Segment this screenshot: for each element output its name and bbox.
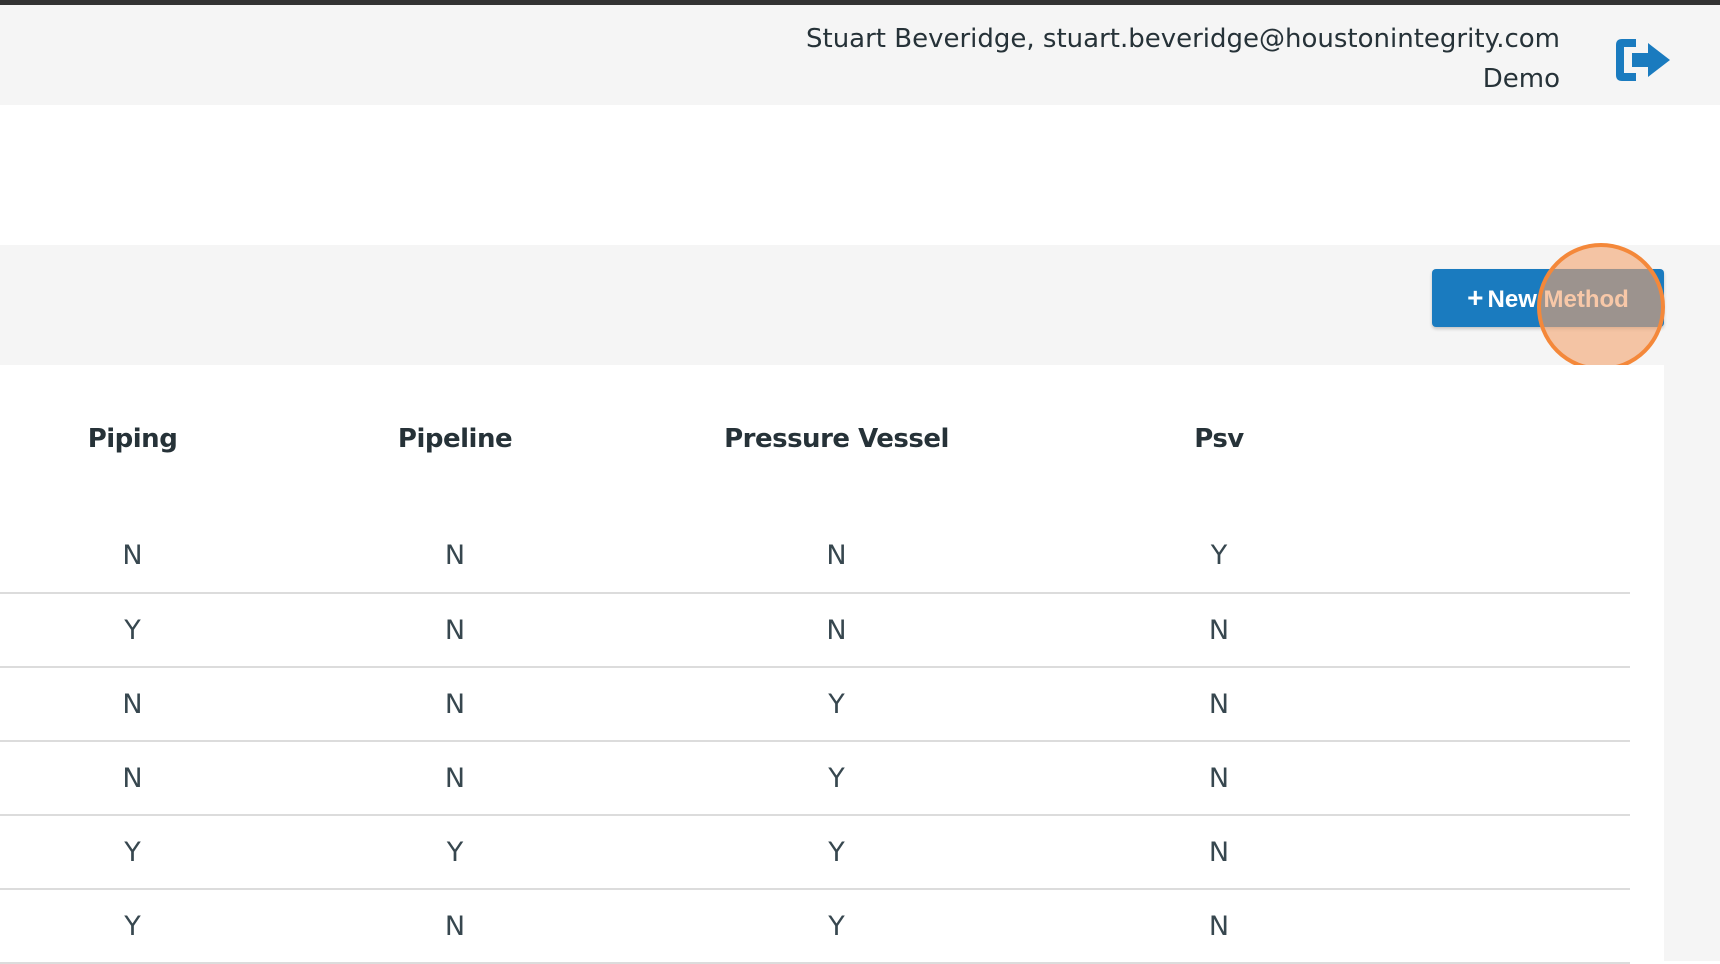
cell-pressure-vessel: N xyxy=(645,519,1028,594)
user-name-email: Stuart Beveridge, stuart.beveridge@houst… xyxy=(806,24,1560,54)
cell-piping: N xyxy=(0,519,265,594)
right-gutter xyxy=(1664,365,1720,961)
app-header: Stuart Beveridge, stuart.beveridge@houst… xyxy=(0,5,1720,105)
table-row[interactable]: N N Y N xyxy=(0,741,1630,816)
cell-psv: Y xyxy=(1028,519,1410,594)
cell-psv: N xyxy=(1028,815,1410,890)
cell-pressure-vessel: Y xyxy=(645,667,1028,742)
methods-table: Piping Pipeline Pressure Vessel Psv N N … xyxy=(0,365,1630,964)
cell-pressure-vessel: N xyxy=(645,593,1028,668)
column-header-pipeline[interactable]: Pipeline xyxy=(265,365,645,519)
cell-piping: Y xyxy=(0,593,265,668)
cell-spacer xyxy=(1410,741,1630,816)
column-header-piping[interactable]: Piping xyxy=(0,365,265,519)
cell-psv: N xyxy=(1028,667,1410,742)
new-method-button[interactable]: + New Method xyxy=(1432,269,1664,327)
cell-spacer xyxy=(1410,593,1630,668)
cell-pipeline: N xyxy=(265,519,645,594)
cell-pressure-vessel: Y xyxy=(645,741,1028,816)
table-row[interactable]: Y N N N xyxy=(0,593,1630,668)
cell-piping: N xyxy=(0,667,265,742)
cell-piping: Y xyxy=(0,815,265,890)
new-method-label: New Method xyxy=(1487,286,1629,313)
cell-pipeline: N xyxy=(265,889,645,964)
cell-spacer xyxy=(1410,815,1630,890)
cell-spacer xyxy=(1410,667,1630,742)
methods-table-container: Piping Pipeline Pressure Vessel Psv N N … xyxy=(0,365,1664,964)
table-row[interactable]: Y N Y N xyxy=(0,889,1630,964)
cell-pressure-vessel: Y xyxy=(645,889,1028,964)
cell-pipeline: N xyxy=(265,741,645,816)
toolbar: + New Method xyxy=(0,245,1720,365)
column-header-psv[interactable]: Psv xyxy=(1028,365,1410,519)
cell-spacer xyxy=(1410,519,1630,594)
content-spacer xyxy=(0,105,1720,245)
cell-pressure-vessel: Y xyxy=(645,815,1028,890)
table-header-row: Piping Pipeline Pressure Vessel Psv xyxy=(0,365,1630,519)
table-row[interactable]: N N Y N xyxy=(0,667,1630,742)
column-header-spacer xyxy=(1410,365,1630,519)
table-row[interactable]: N N N Y xyxy=(0,519,1630,594)
cell-psv: N xyxy=(1028,889,1410,964)
cell-piping: N xyxy=(0,741,265,816)
user-info: Stuart Beveridge, stuart.beveridge@houst… xyxy=(806,19,1560,99)
table-row[interactable]: Y Y Y N xyxy=(0,815,1630,890)
cell-pipeline: N xyxy=(265,667,645,742)
cell-spacer xyxy=(1410,889,1630,964)
sign-out-icon[interactable] xyxy=(1612,35,1674,85)
cell-psv: N xyxy=(1028,593,1410,668)
tenant-name: Demo xyxy=(1482,64,1560,94)
column-header-pressure-vessel[interactable]: Pressure Vessel xyxy=(645,365,1028,519)
plus-icon: + xyxy=(1467,282,1484,313)
cell-pipeline: Y xyxy=(265,815,645,890)
cell-pipeline: N xyxy=(265,593,645,668)
cell-psv: N xyxy=(1028,741,1410,816)
cell-piping: Y xyxy=(0,889,265,964)
